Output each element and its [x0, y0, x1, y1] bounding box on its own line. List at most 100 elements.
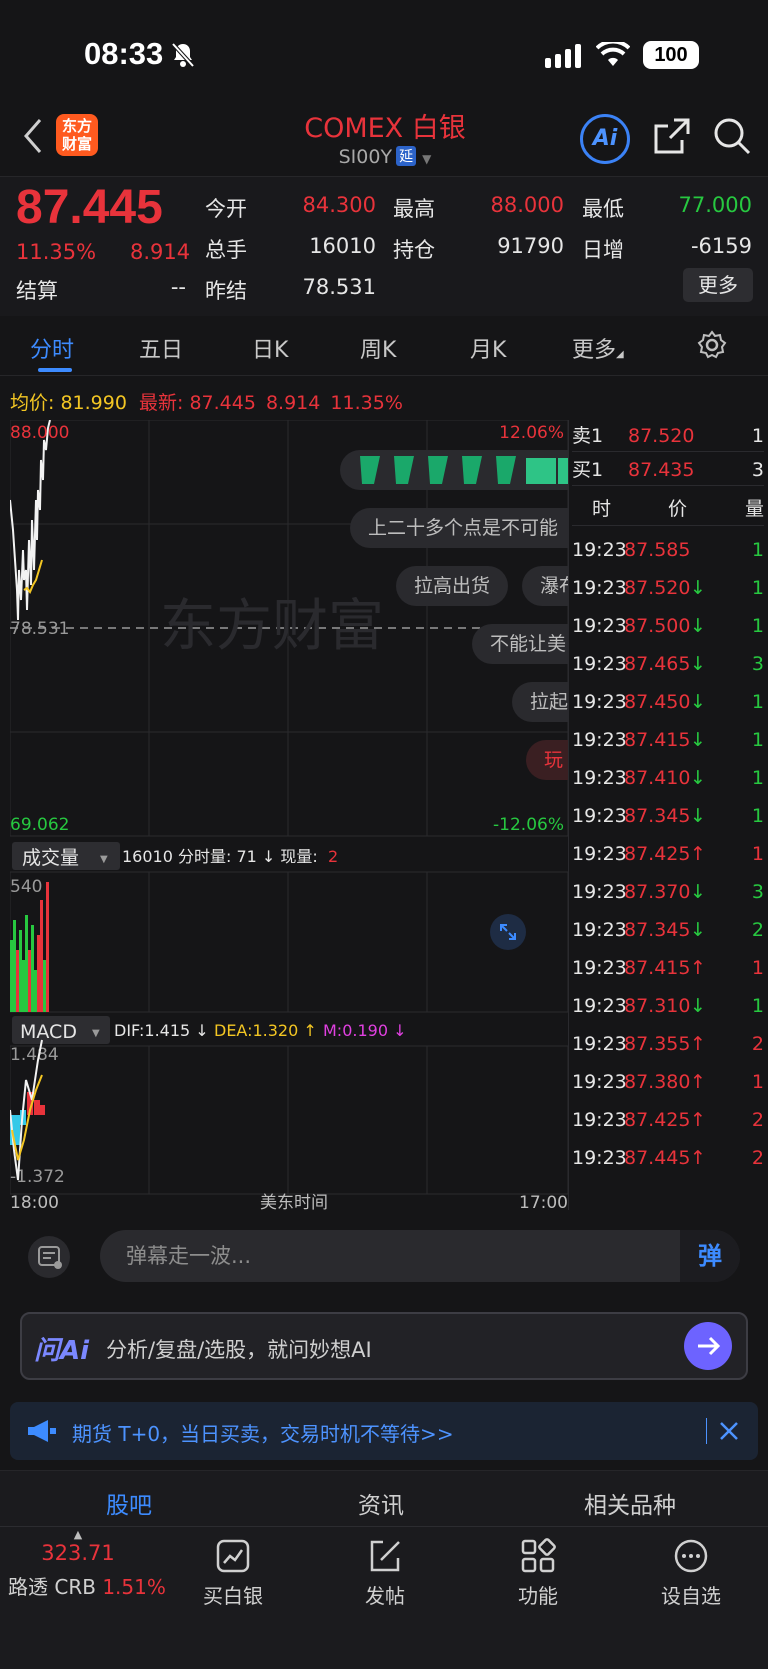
arrow-down-icon: ↓ — [690, 653, 706, 675]
arrow-up-icon: ↑ — [690, 843, 706, 865]
index-name: 路透 CRB — [8, 1575, 96, 1599]
tick-time: 19:23 — [572, 805, 627, 827]
x-axis-mid: 美东时间 — [260, 1193, 328, 1210]
tab-daily-k[interactable]: 日K — [252, 332, 288, 364]
arrow-down-icon: ↓ — [690, 577, 706, 599]
tab-more[interactable]: 更多◢ — [572, 332, 624, 364]
tick-qty: 1 — [751, 539, 764, 561]
add-watchlist-button[interactable]: 设自选 — [636, 1530, 746, 1609]
tick-price: 87.500 — [624, 615, 691, 637]
pct-axis-bottom: -12.06% — [493, 815, 564, 835]
functions-button[interactable]: 功能 — [483, 1530, 593, 1609]
tick-price: 87.345 — [624, 919, 691, 941]
tick-time: 19:23 — [572, 539, 627, 561]
ticks-header-time: 时 — [592, 498, 612, 520]
tab-intraday[interactable]: 分时 — [30, 332, 74, 364]
arrow-up-icon: ↑ — [690, 957, 706, 979]
x-axis-end: 17:00 — [519, 1193, 568, 1210]
tab-guba[interactable]: 股吧 — [106, 1486, 152, 1520]
trade-chart-icon — [216, 1539, 250, 1573]
tab-more-triangle-icon: ◢ — [616, 349, 624, 360]
tab-five-day[interactable]: 五日 — [139, 332, 183, 364]
last-label: 最新: — [138, 392, 184, 414]
settle-label: 结算 — [16, 279, 58, 303]
danmu-settings-icon[interactable] — [28, 1236, 70, 1278]
ticks-header-qty: 量 — [744, 498, 764, 520]
tab-news[interactable]: 资讯 — [358, 1486, 404, 1520]
close-icon[interactable] — [718, 1420, 740, 1446]
tab-monthly-k[interactable]: 月K — [470, 332, 506, 364]
danmu-bubble[interactable]: 拉高出货 — [396, 566, 509, 606]
danmu-toggle-label: 弹 — [698, 1242, 722, 1270]
tick-row: 19:23 87.415 ↓ 1 — [572, 720, 764, 760]
ask-label: 卖1 — [572, 425, 604, 447]
instrument-code[interactable]: SI00Y 延 ▼ — [300, 146, 470, 168]
instrument-title: COMEX 白银 — [304, 113, 466, 144]
ai-logo: 问Ai — [34, 1336, 90, 1366]
tick-qty: 1 — [751, 577, 764, 599]
tick-price: 87.520 — [624, 577, 691, 599]
megaphone-icon — [26, 1418, 58, 1448]
arrow-up-icon: ↑ — [690, 1147, 706, 1169]
notice-text: 期货 T+0，当日买卖，交易时机不等待>> — [72, 1422, 454, 1446]
volume-selector[interactable]: 成交量 — [22, 847, 79, 869]
danmu-bubble[interactable]: 上二十多个点是不可能 — [350, 508, 568, 548]
tick-time: 19:23 — [572, 577, 627, 599]
post-label: 发帖 — [365, 1584, 405, 1608]
chevron-down-icon: ▼ — [422, 152, 432, 166]
open-label: 今开 — [205, 197, 247, 221]
danmu-bubble[interactable]: 拉起 — [512, 682, 568, 722]
macd-selector[interactable]: MACD — [20, 1021, 77, 1043]
danmu-bubble[interactable]: 不能让美 — [472, 624, 568, 664]
danmu-bubble[interactable]: 玩 — [526, 740, 568, 780]
arrow-down-icon: ↓ — [690, 919, 706, 941]
tab-weekly-k[interactable]: 周K — [360, 332, 396, 364]
tick-qty: 1 — [751, 729, 764, 751]
grid-icon — [521, 1538, 556, 1573]
settings-gear-icon[interactable] — [697, 330, 727, 364]
volume-now: 2 — [328, 847, 338, 866]
tick-time: 19:23 — [572, 615, 627, 637]
ticks-header-price: 价 — [668, 498, 688, 520]
arrow-down-icon: ↓ — [690, 691, 706, 713]
tick-row: 19:23 87.345 ↓ 1 — [572, 796, 764, 836]
tick-row: 19:23 87.370 ↓ 3 — [572, 872, 764, 912]
tick-qty: 1 — [751, 843, 764, 865]
oi-value: 91790 — [497, 234, 564, 258]
danmu-bubble[interactable]: 瀑布 — [522, 566, 568, 606]
tick-time: 19:23 — [572, 1033, 627, 1055]
tick-price: 87.380 — [624, 1071, 691, 1093]
danmu-emoji-strip — [340, 450, 568, 490]
volume-info: 16010 分时量: 71 ↓ 现量: — [122, 847, 318, 866]
volume-bars — [10, 882, 49, 1012]
more-dots-icon — [674, 1539, 708, 1573]
prev-settle-label: 昨结 — [205, 279, 247, 303]
functions-label: 功能 — [518, 1584, 558, 1608]
index-ticker[interactable]: ▲ 323.71 路透 CRB 1.51% — [8, 1528, 166, 1600]
tick-qty: 1 — [751, 1071, 764, 1093]
search-icon[interactable] — [712, 116, 752, 160]
tick-row: 19:23 87.410 ↓ 1 — [572, 758, 764, 798]
tick-qty: 1 — [751, 805, 764, 827]
tick-row: 19:23 87.585 1 — [572, 530, 764, 570]
tab-related[interactable]: 相关品种 — [584, 1486, 676, 1520]
caret-up-icon: ▲ — [73, 1528, 83, 1541]
tick-price: 87.410 — [624, 767, 691, 789]
ai-send-button[interactable] — [684, 1322, 732, 1370]
post-button[interactable]: 发帖 — [330, 1530, 440, 1609]
change-percent: 11.35% — [16, 240, 97, 264]
buy-silver-button[interactable]: 买白银 — [178, 1530, 288, 1609]
more-quote-button[interactable]: 更多 — [683, 268, 753, 302]
share-icon[interactable] — [652, 116, 692, 160]
tick-qty: 1 — [751, 691, 764, 713]
avg-value: 81.990 — [60, 392, 127, 414]
arrow-down-icon: ↓ — [690, 615, 706, 637]
tick-list[interactable]: 19:23 87.585 1 19:23 87.520 ↓ 1 19:23 87.500 ↓ 1 19… — [572, 530, 764, 1210]
danmu-input[interactable]: 弹幕走一波... — [100, 1230, 740, 1282]
ai-button[interactable]: Ai — [580, 114, 630, 164]
ai-prompt-text: 分析/复盘/选股，就问妙想AI — [106, 1338, 372, 1362]
back-icon[interactable] — [22, 118, 44, 158]
tab-underline — [38, 368, 72, 372]
danmu-toggle-button[interactable]: 弹 — [680, 1230, 740, 1282]
tick-time: 19:23 — [572, 995, 627, 1017]
